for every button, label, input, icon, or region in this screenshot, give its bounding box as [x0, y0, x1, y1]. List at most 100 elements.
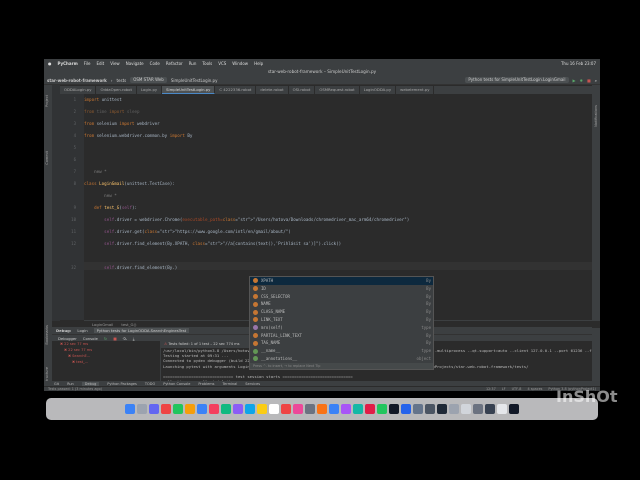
menu-help[interactable]: Help — [254, 61, 263, 66]
test-tree-method[interactable]: ✖ test_... — [60, 359, 160, 365]
bottom-tool-run[interactable]: Run — [67, 382, 74, 386]
dock-app-icon[interactable] — [449, 404, 459, 414]
debug-tab-tests[interactable]: Python tests for LoginODDA.SearchEngines… — [93, 328, 190, 333]
menu-file[interactable]: File — [84, 61, 91, 66]
stop-debug-icon[interactable]: ■ — [113, 336, 117, 341]
code-line[interactable]: self.driver = webdriver.Chrome(executabl… — [84, 216, 409, 224]
dock-app-icon[interactable] — [509, 404, 519, 414]
code-line[interactable]: self.driver.find_element(By.) — [84, 264, 177, 272]
menu-view[interactable]: View — [110, 61, 120, 66]
dock-app-icon[interactable] — [269, 404, 279, 414]
code-line[interactable]: def test_G(self): — [84, 204, 137, 212]
code-line[interactable]: from selenium import webdriver — [84, 120, 160, 128]
dock-app-icon[interactable] — [185, 404, 195, 414]
bottom-tool-services[interactable]: Services — [245, 382, 260, 386]
menu-edit[interactable]: Edit — [96, 61, 104, 66]
stop-icon[interactable]: ■ — [587, 78, 591, 83]
editor-tab[interactable]: OSMRequest.robot — [315, 86, 360, 94]
menu-vcs[interactable]: VCS — [218, 61, 226, 66]
dock-app-icon[interactable] — [149, 404, 159, 414]
autocomplete-item[interactable]: __name__ type — [250, 347, 433, 355]
menu-app-name[interactable]: PyCharm — [58, 61, 78, 66]
autocomplete-item[interactable]: PARTIAL_LINK_TEXT By — [250, 332, 433, 340]
notifications-tool-button[interactable]: Notifications — [594, 105, 598, 127]
editor-tab[interactable]: SimpleUnitTestLogin.py — [162, 86, 216, 94]
dock-app-icon[interactable] — [389, 404, 399, 414]
nav-osm[interactable]: OSM STAR Web — [130, 77, 167, 83]
editor-tab[interactable]: webelement.py — [396, 86, 435, 94]
menu-code[interactable]: Code — [150, 61, 160, 66]
status-item[interactable]: 12:37 — [486, 387, 496, 391]
code-line[interactable]: new * — [84, 168, 107, 176]
bottom-tool-terminal[interactable]: Terminal — [223, 382, 238, 386]
bottom-tool-git[interactable]: Git — [54, 382, 59, 386]
debug-tab-login[interactable]: Login — [77, 328, 87, 333]
autocomplete-item[interactable]: NAME By — [250, 300, 433, 308]
dock-app-icon[interactable] — [353, 404, 363, 414]
autocomplete-item[interactable]: TAG_NAME By — [250, 339, 433, 347]
bottom-tool-python-console[interactable]: Python Console — [163, 382, 190, 386]
run-icon[interactable]: ▶ — [573, 78, 576, 83]
bottom-tool-debug[interactable]: Debug — [81, 381, 100, 386]
dock-app-icon[interactable] — [461, 404, 471, 414]
dock-app-icon[interactable] — [293, 404, 303, 414]
dock-app-icon[interactable] — [221, 404, 231, 414]
dock-app-icon[interactable] — [377, 404, 387, 414]
apple-icon[interactable]: ● — [48, 61, 52, 66]
bottom-tool-todo[interactable]: TODO — [145, 382, 155, 386]
dock-app-icon[interactable] — [485, 404, 495, 414]
dock-app-icon[interactable] — [137, 404, 147, 414]
autocomplete-item[interactable]: mro(self) type — [250, 324, 433, 332]
dock-app-icon[interactable] — [329, 404, 339, 414]
debug-icon[interactable]: ✹ — [580, 78, 583, 83]
commit-tool-button[interactable]: Commit — [45, 151, 49, 165]
dock-app-icon[interactable] — [341, 404, 351, 414]
autocomplete-item[interactable]: ID By — [250, 285, 433, 293]
bottom-tool-problems[interactable]: Problems — [198, 382, 214, 386]
editor-tab[interactable]: C 4222336.robot — [215, 86, 257, 94]
code-line[interactable]: import unittest — [84, 96, 122, 104]
menu-refactor[interactable]: Refactor — [166, 61, 183, 66]
dock-app-icon[interactable] — [401, 404, 411, 414]
status-item[interactable]: LF — [502, 387, 506, 391]
dock-app-icon[interactable] — [425, 404, 435, 414]
nav-project[interactable]: star-web-robot-framework — [47, 78, 107, 83]
autocomplete-item[interactable]: LINK_TEXT By — [250, 316, 433, 324]
menu-navigate[interactable]: Navigate — [126, 61, 144, 66]
editor-tab[interactable]: delete.robot — [256, 86, 289, 94]
autocomplete-item[interactable]: __annotations__ object — [250, 355, 433, 363]
editor-tab[interactable]: Login.py — [137, 86, 163, 94]
editor-tab[interactable]: OSI.robot — [289, 86, 316, 94]
code-line[interactable]: self.driver.get(class="str">"https://www… — [84, 228, 291, 236]
rerun-icon[interactable]: ↻ — [104, 336, 107, 341]
console-tab[interactable]: Console — [83, 336, 98, 341]
dock-app-icon[interactable] — [305, 404, 315, 414]
dock-app-icon[interactable] — [413, 404, 423, 414]
dock-app-icon[interactable] — [437, 404, 447, 414]
editor-tab[interactable]: OddaOpen.robot — [96, 86, 137, 94]
bookmarks-tool-button[interactable]: Bookmarks — [45, 325, 49, 345]
dock-app-icon[interactable] — [497, 404, 507, 414]
code-line[interactable]: from selenium.webdriver.common.by import… — [84, 132, 192, 140]
status-message[interactable]: Tests passed: 1 (3 minutes ago) — [48, 387, 102, 391]
debugger-tab[interactable]: Debugger — [58, 336, 77, 341]
dock-app-icon[interactable] — [257, 404, 267, 414]
dock-app-icon[interactable] — [281, 404, 291, 414]
search-icon[interactable]: ⌕ — [595, 78, 597, 83]
menu-tools[interactable]: Tools — [202, 61, 212, 66]
dock-app-icon[interactable] — [197, 404, 207, 414]
dock-app-icon[interactable] — [125, 404, 135, 414]
code-line[interactable]: self.driver.find_element(By.XPATH, class… — [84, 240, 341, 248]
dock-app-icon[interactable] — [245, 404, 255, 414]
autocomplete-item[interactable]: CSS_SELECTOR By — [250, 293, 433, 301]
dock-app-icon[interactable] — [209, 404, 219, 414]
dock-app-icon[interactable] — [365, 404, 375, 414]
menu-window[interactable]: Window — [232, 61, 248, 66]
code-line[interactable]: new * — [84, 192, 117, 200]
menu-clock[interactable]: Thu 16 Feb 23:07 — [561, 61, 596, 66]
menu-run[interactable]: Run — [189, 61, 197, 66]
step-over-icon[interactable]: ⤼ — [123, 336, 127, 341]
nav-tests[interactable]: tests — [116, 78, 126, 83]
dock-app-icon[interactable] — [317, 404, 327, 414]
code-line[interactable]: class LoginGmail(unittest.TestCase): — [84, 180, 175, 188]
